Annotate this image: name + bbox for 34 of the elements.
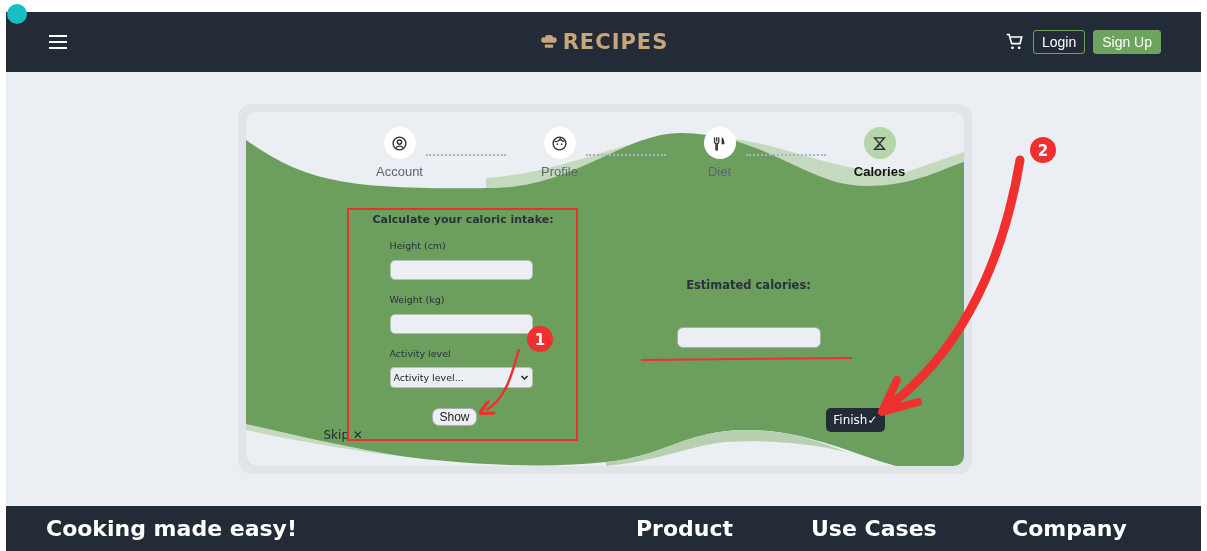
step-badge[interactable] — [703, 127, 736, 159]
form-title: Calculate your caloric intake: — [372, 213, 554, 226]
step-label: Diet — [707, 164, 732, 179]
input-field[interactable] — [389, 314, 533, 334]
field-label: Activity level — [389, 348, 452, 359]
user-icon — [391, 134, 408, 152]
login-button[interactable]: Login — [1032, 30, 1086, 54]
status-dot — [7, 4, 27, 24]
calories-field[interactable] — [676, 327, 821, 348]
logo-text: RECIPES — [562, 30, 669, 54]
input-field[interactable] — [389, 260, 533, 280]
footer-heading: Company — [1012, 516, 1127, 541]
footer-tagline: Cooking made easy! — [46, 516, 297, 541]
activity-dropdown[interactable]: Activity level... — [389, 367, 533, 388]
step-label: Profile — [541, 164, 578, 179]
face-icon — [551, 134, 568, 152]
cart-icon[interactable] — [1004, 32, 1025, 52]
step-label: Account — [376, 164, 423, 179]
number-badge: 1 — [527, 326, 553, 352]
footer-heading: Product — [636, 516, 734, 541]
show-button[interactable]: Show — [432, 408, 477, 426]
field-label: Weight (kg) — [389, 294, 446, 305]
step-badge[interactable] — [383, 127, 416, 159]
chevron-down-icon — [519, 373, 529, 382]
step-badge[interactable] — [543, 127, 576, 159]
result-label: Estimated calories: — [686, 278, 811, 292]
step-label: Calories — [853, 164, 906, 179]
footer-heading: Use Cases — [811, 516, 937, 541]
finish-button[interactable]: Finish✓ — [826, 408, 885, 432]
hourglass-icon — [871, 134, 888, 152]
number-badge: 2 — [1030, 137, 1056, 163]
annotation-arrow — [478, 348, 521, 416]
step-badge[interactable] — [863, 127, 896, 159]
field-label: Height (cm) — [389, 240, 447, 251]
